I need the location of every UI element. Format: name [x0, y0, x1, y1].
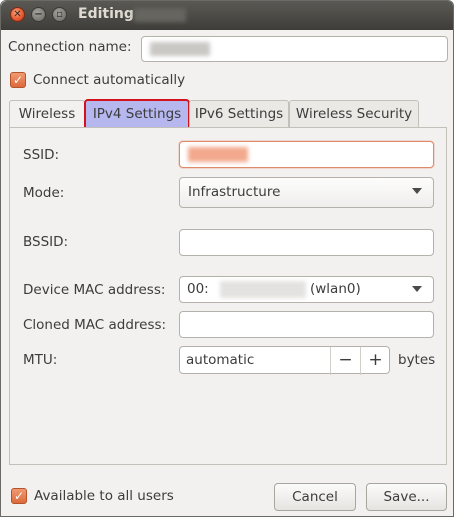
chevron-down-icon	[412, 286, 422, 292]
connect-automatically-checkbox[interactable]: ✓	[10, 72, 26, 88]
checkmark-icon: ✓	[12, 73, 24, 87]
tab-wireless-security[interactable]: Wireless Security	[289, 100, 419, 128]
ssid-label: SSID:	[23, 147, 60, 163]
redacted-connection-name	[134, 8, 186, 22]
chevron-down-icon	[412, 188, 422, 194]
mtu-label: MTU:	[23, 352, 58, 368]
save-button[interactable]: Save...	[366, 483, 447, 511]
mtu-spinbox[interactable]: automatic − +	[179, 346, 390, 375]
tab-wireless[interactable]: Wireless	[9, 100, 85, 129]
mode-combobox[interactable]: Infrastructure	[179, 177, 434, 208]
close-icon: ✕	[13, 9, 22, 20]
mtu-increment-button[interactable]: +	[360, 347, 390, 375]
device-mac-combobox[interactable]: 00: (wlan0)	[179, 276, 434, 303]
redacted-text	[150, 42, 210, 56]
close-button[interactable]: ✕	[10, 7, 25, 22]
device-mac-suffix: (wlan0)	[310, 281, 361, 297]
title-bar: ✕ − ▫ Editing	[1, 1, 453, 30]
connect-automatically-label: Connect automatically	[33, 72, 186, 88]
tab-bar: Wireless IPv4 Settings IPv6 Settings Wir…	[9, 99, 447, 129]
device-mac-prefix: 00:	[187, 281, 209, 297]
connection-name-input[interactable]	[141, 36, 448, 62]
minimize-icon: −	[34, 9, 43, 20]
mtu-decrement-button[interactable]: −	[330, 347, 360, 375]
bssid-label: BSSID:	[23, 234, 69, 250]
redacted-ssid	[188, 147, 248, 162]
available-all-users-checkbox[interactable]: ✓	[11, 488, 27, 504]
cloned-mac-label: Cloned MAC address:	[23, 317, 167, 333]
mtu-unit-label: bytes	[398, 352, 436, 368]
redacted-mac	[220, 281, 306, 298]
available-all-users-label: Available to all users	[34, 488, 174, 504]
window-title: Editing	[78, 6, 134, 22]
cancel-button[interactable]: Cancel	[274, 483, 356, 511]
maximize-icon: ▫	[56, 9, 63, 20]
ssid-input[interactable]	[179, 141, 434, 168]
connection-name-label: Connection name:	[8, 39, 132, 55]
mode-value: Infrastructure	[188, 184, 281, 200]
maximize-button[interactable]: ▫	[52, 7, 67, 22]
bssid-input[interactable]	[179, 229, 434, 256]
tab-ipv4-settings[interactable]: IPv4 Settings	[84, 99, 190, 129]
mtu-value: automatic	[186, 352, 255, 368]
editing-dialog: ✕ − ▫ Editing Connection name: ✓ Connect…	[0, 0, 454, 517]
cloned-mac-input[interactable]	[179, 311, 434, 338]
device-mac-label: Device MAC address:	[23, 282, 166, 298]
tab-ipv6-settings[interactable]: IPv6 Settings	[189, 100, 289, 128]
minimize-button[interactable]: −	[31, 7, 46, 22]
checkmark-icon: ✓	[13, 489, 25, 503]
mode-label: Mode:	[23, 185, 65, 201]
